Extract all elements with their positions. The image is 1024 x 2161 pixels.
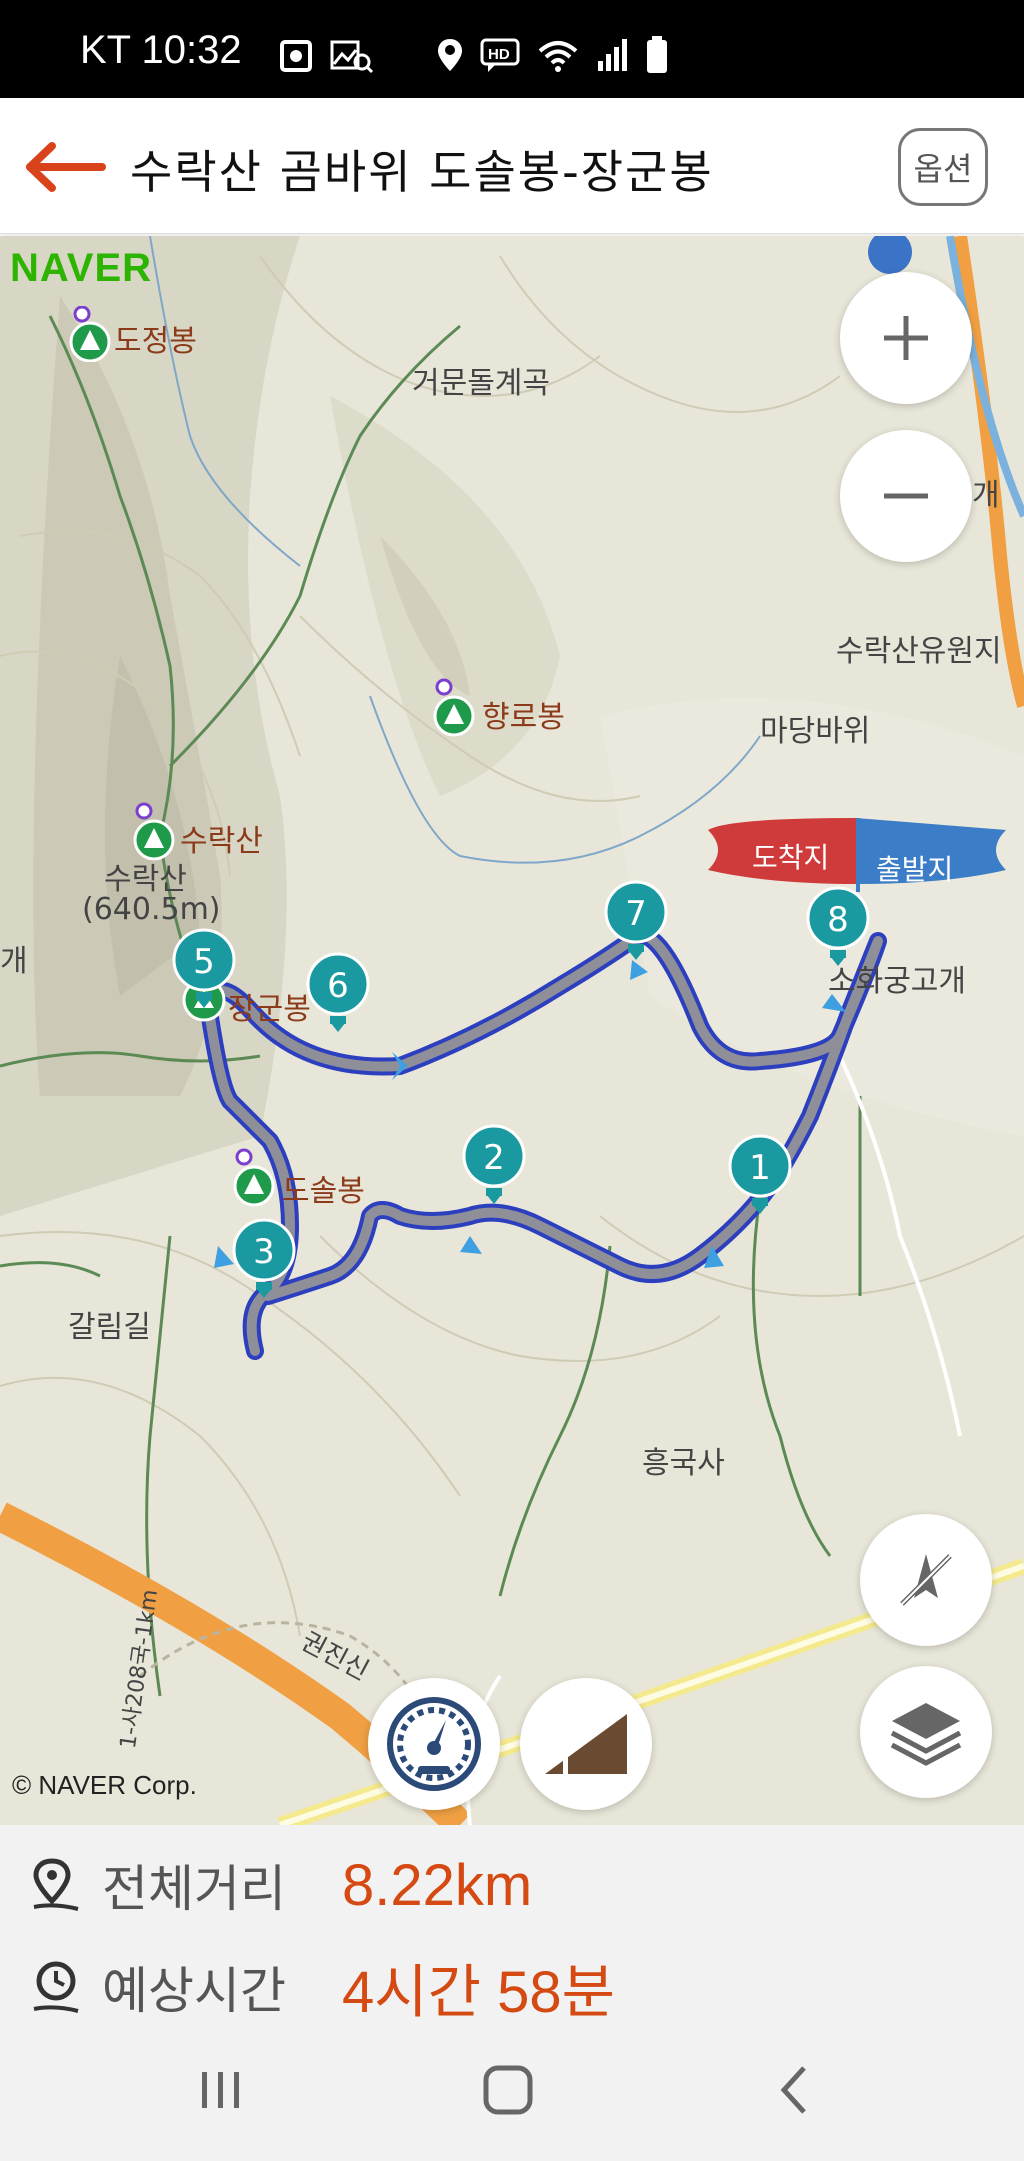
status-bar: KT 10:32 HD: [0, 0, 1024, 98]
status-left-icons: [280, 38, 374, 74]
battery-icon: [647, 36, 667, 73]
label-dojeongbong: 도정봉: [114, 324, 197, 359]
carrier-time: KT 10:32: [80, 28, 242, 72]
waypoint-number: 2: [483, 1138, 505, 1178]
distance-row: 전체거리 8.22km: [30, 1849, 532, 1921]
mountain-icon-suraksan: [133, 802, 175, 861]
waypoint-number: 6: [327, 966, 349, 1006]
mountain-icon-dojeongbong: [69, 306, 111, 362]
waypoint-marker-8[interactable]: 8: [806, 886, 870, 970]
svg-text:HD: HD: [488, 46, 510, 63]
compass-off-icon: [900, 1554, 952, 1606]
mountain-icon-dosolbong: [233, 1148, 275, 1207]
home-button[interactable]: [478, 2060, 538, 2120]
label-gae-right: 개: [972, 478, 1000, 513]
waypoint-number: 8: [827, 900, 849, 940]
option-button[interactable]: 옵션: [898, 128, 988, 206]
label-madangbawi: 마당바위: [760, 714, 871, 749]
waypoint-number: 5: [193, 942, 215, 982]
back-button[interactable]: [22, 142, 106, 192]
label-suraksan-resort: 수락산유원지: [836, 634, 1002, 669]
label-geomundol: 거문돌계곡: [412, 366, 550, 401]
naver-logo: NAVER: [10, 246, 153, 290]
label-suraksan-peak: 수락산: [180, 824, 263, 859]
time-row: 예상시간 4시간 58분: [30, 1945, 615, 2029]
label-suraksan-height: (640.5m): [82, 892, 221, 927]
system-back-button[interactable]: [770, 2062, 820, 2118]
label-garimgil: 갈림길: [68, 1310, 151, 1345]
screen-record-icon: [280, 40, 312, 72]
elevation-button[interactable]: [520, 1678, 652, 1810]
label-hyangrobong: 향로봉: [482, 700, 565, 735]
label-dosolbong: 도솔봉: [282, 1174, 365, 1209]
map-view[interactable]: NAVER 도정봉 거문돌계곡 수락산유원지 마당바위 개 향로봉 수락산 수락…: [0, 236, 1024, 1825]
wifi-icon: [538, 41, 578, 72]
waypoint-number: 7: [625, 894, 647, 934]
label-heungguksa: 흥국사: [642, 1446, 725, 1481]
back-arrow-icon: [26, 142, 106, 192]
system-navigation-bar: [0, 2020, 1024, 2161]
hd-call-icon: HD: [480, 38, 520, 72]
zoom-in-button[interactable]: [840, 272, 972, 404]
waypoint-marker-2[interactable]: 2: [462, 1124, 526, 1208]
chevron-left-icon: [780, 2066, 806, 2114]
label-janggunbong: 장군봉: [228, 992, 311, 1027]
gallery-search-icon: [330, 40, 374, 74]
signal-icon: [598, 39, 627, 71]
speedometer-icon: [387, 1697, 481, 1791]
time-value: 4시간 58분: [342, 1960, 615, 2025]
status-right-icons: HD: [436, 36, 668, 74]
location-icon: [438, 39, 462, 71]
map-copyright: © NAVER Corp.: [12, 1770, 197, 1800]
plus-icon: [884, 316, 928, 360]
time-label: 예상시간: [102, 1962, 286, 2020]
home-icon: [483, 2065, 533, 2115]
waypoint-marker-3[interactable]: 3: [232, 1218, 296, 1302]
minus-icon: [884, 493, 928, 499]
waypoint-number: 1: [749, 1148, 771, 1188]
mountain-icon-hyangrobong: [433, 678, 475, 737]
distance-label: 전체거리: [102, 1860, 286, 1918]
time-pin-icon: [33, 1961, 79, 2013]
waypoint-marker-1[interactable]: 1: [728, 1134, 792, 1218]
waypoint-number: 3: [253, 1232, 275, 1272]
arrival-flag-label: 도착지: [752, 841, 830, 874]
speedometer-button[interactable]: [368, 1678, 500, 1810]
recent-apps-button[interactable]: [190, 2062, 250, 2118]
route-info-panel: 전체거리 8.22km 예상시간 4시간 58분: [0, 1825, 1024, 2025]
waypoint-marker-5[interactable]: 5: [172, 928, 236, 1012]
waypoint-marker-7[interactable]: 7: [604, 880, 668, 964]
location-tracking-button[interactable]: [860, 1514, 992, 1646]
waypoint-marker-6[interactable]: 6: [306, 952, 370, 1036]
slope-icon: [543, 1707, 629, 1774]
app-header: 수락산 곰바위 도솔봉-장군봉 옵션: [0, 98, 1024, 234]
layers-icon: [890, 1703, 962, 1766]
zoom-out-button[interactable]: [840, 430, 972, 562]
recent-apps-icon: [202, 2072, 239, 2108]
distance-pin-icon: [33, 1858, 79, 1911]
layers-button[interactable]: [860, 1666, 992, 1798]
departure-flag-label: 출발지: [876, 853, 954, 886]
page-title: 수락산 곰바위 도솔봉-장군봉: [130, 145, 714, 199]
distance-value: 8.22km: [342, 1852, 533, 1918]
label-gae-left: 개: [0, 944, 28, 979]
